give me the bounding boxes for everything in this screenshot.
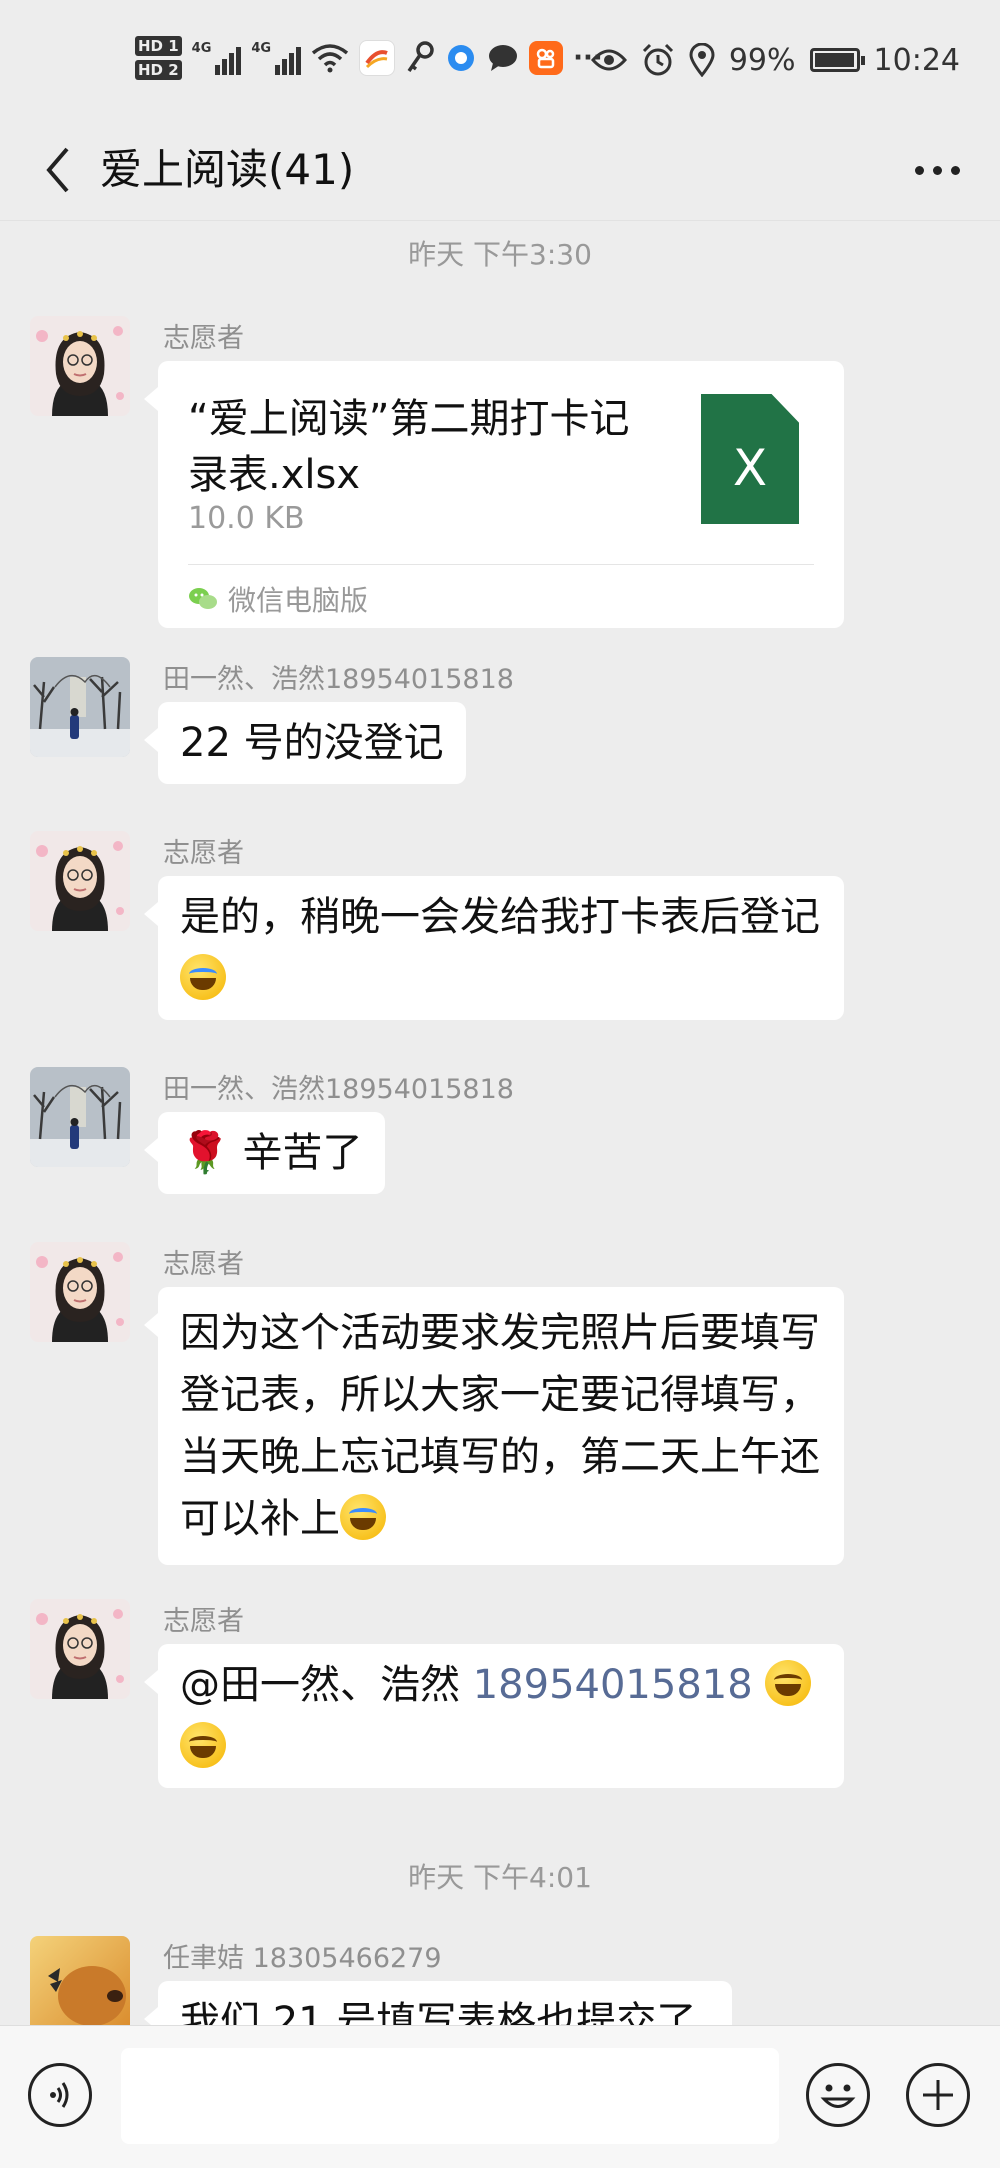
sender-name: 志愿者 [163, 1606, 244, 1637]
avatar[interactable] [30, 316, 130, 416]
avatar[interactable] [30, 1936, 130, 2025]
file-source-label: 微信电脑版 [228, 584, 369, 617]
message-text-content: 因为这个活动要求发完照片后要填写登记表，所以大家一定要记得填写，当天晚上忘记填写… [180, 1310, 820, 1542]
kuaishou-app-icon [529, 41, 564, 75]
timestamp: 昨天 下午3:30 [408, 238, 592, 271]
plus-icon [923, 2080, 953, 2110]
divider [188, 564, 814, 565]
app-notification-icon [359, 40, 396, 76]
message-bubble[interactable]: 我们 21 号填写表格也提交了 [144, 1981, 732, 2025]
message-text: 因为这个活动要求发完照片后要填写登记表，所以大家一定要记得填写，当天晚上忘记填写… [158, 1287, 844, 1565]
timestamp: 昨天 下午4:01 [408, 1861, 592, 1894]
excel-file-icon: X [701, 394, 799, 524]
sender-name: 田一然、浩然18954015818 [163, 1074, 514, 1105]
message-text: 22 号的没登记 [180, 720, 444, 766]
clock-time: 10:24 [873, 42, 960, 78]
key-icon [407, 41, 434, 72]
chat-bubble-icon [489, 45, 518, 71]
message-text-content: 辛苦了 [229, 1130, 363, 1176]
status-left-icons: HD 1 HD 2 4G 4G ··· [135, 28, 603, 88]
sender-name: 志愿者 [163, 323, 244, 354]
sender-name: 志愿者 [163, 1249, 244, 1280]
avatar[interactable] [30, 1599, 130, 1699]
sender-name: 田一然、浩然18954015818 [163, 664, 514, 695]
avatar[interactable] [30, 1242, 130, 1342]
avatar[interactable] [30, 831, 130, 931]
message-bubble[interactable]: 是的，稍晚一会发给我打卡表后登记 [144, 876, 844, 1020]
sender-name: 志愿者 [163, 838, 244, 869]
file-size: 10.0 KB [188, 501, 305, 536]
location-icon [689, 43, 715, 77]
network-label-1: 4G [191, 41, 212, 56]
grin-emoji-icon [765, 1660, 812, 1706]
battery-icon [809, 48, 865, 72]
message-text: @田一然、浩然 18954015818 [158, 1644, 844, 1788]
rose-emoji-icon: 🌹 [180, 1130, 230, 1176]
message-bubble[interactable]: @田一然、浩然 18954015818 [144, 1644, 844, 1788]
eye-icon [590, 49, 627, 71]
chevron-left-icon [46, 147, 69, 193]
voice-icon [50, 2082, 69, 2108]
file-source: 微信电脑版 [188, 579, 368, 619]
emoji-button[interactable] [806, 2063, 870, 2127]
chat-title: 爱上阅读(41) [100, 145, 355, 194]
message-bubble[interactable]: 因为这个活动要求发完照片后要填写登记表，所以大家一定要记得填写，当天晚上忘记填写… [144, 1287, 844, 1565]
message-text: 🌹 辛苦了 [158, 1112, 385, 1194]
message-bubble[interactable]: 22 号的没登记 [144, 702, 466, 784]
message-input[interactable] [121, 2048, 779, 2144]
more-functions-button[interactable] [906, 2063, 970, 2127]
grin-emoji-icon [180, 1722, 226, 1768]
chat-area[interactable]: 昨天 下午3:30 志愿者 “爱上阅读”第二期打卡记录表.xlsx 10.0 K… [0, 221, 1000, 2025]
battery-percentage: 99% [728, 42, 796, 78]
phone-number-link[interactable]: 18954015818 [473, 1662, 753, 1708]
hd2-label: HD 2 [135, 60, 182, 80]
network-label-2: 4G [251, 41, 272, 56]
chat-header: 爱上阅读(41) [0, 120, 1000, 221]
more-dot-icon [950, 165, 960, 175]
status-right-icons: 99% 10:24 [590, 30, 960, 90]
back-button[interactable] [28, 140, 88, 200]
voice-button[interactable] [28, 2063, 92, 2127]
laugh-cry-emoji-icon [180, 954, 226, 1000]
message-bubble[interactable]: 🌹 辛苦了 [144, 1112, 385, 1194]
hd-indicator: HD 1 HD 2 [135, 34, 182, 82]
mention-text: @田一然、浩然 [180, 1662, 473, 1708]
message-text: 我们 21 号填写表格也提交了 [180, 1999, 697, 2025]
laugh-cry-emoji-icon [340, 1494, 386, 1540]
alarm-icon [642, 43, 673, 76]
sender-name: 任聿姞 18305466279 [163, 1943, 442, 1974]
avatar[interactable] [30, 1067, 130, 1167]
status-bar: HD 1 HD 2 4G 4G ··· 99% 10:24 [0, 0, 1000, 120]
smiley-icon [820, 2084, 856, 2108]
wifi-icon [311, 44, 349, 73]
signal-icon-1: 4G [192, 41, 242, 75]
file-name: “爱上阅读”第二期打卡记录表.xlsx [188, 396, 630, 498]
wechat-icon [189, 588, 217, 609]
more-options-button[interactable] [902, 140, 972, 200]
message-text-content: 是的，稍晚一会发给我打卡表后登记 [180, 894, 820, 940]
message-input-bar [0, 2025, 1000, 2168]
message-text: 是的，稍晚一会发给我打卡表后登记 [158, 876, 844, 1020]
more-dot-icon [932, 165, 942, 175]
browser-icon [448, 45, 475, 71]
file-message-card[interactable]: “爱上阅读”第二期打卡记录表.xlsx 10.0 KB X 微信电脑版 [144, 361, 844, 628]
hd1-label: HD 1 [135, 36, 182, 56]
signal-icon-2: 4G [251, 41, 302, 75]
avatar[interactable] [30, 657, 130, 757]
more-dot-icon [914, 165, 924, 175]
excel-icon-letter: X [732, 439, 768, 497]
